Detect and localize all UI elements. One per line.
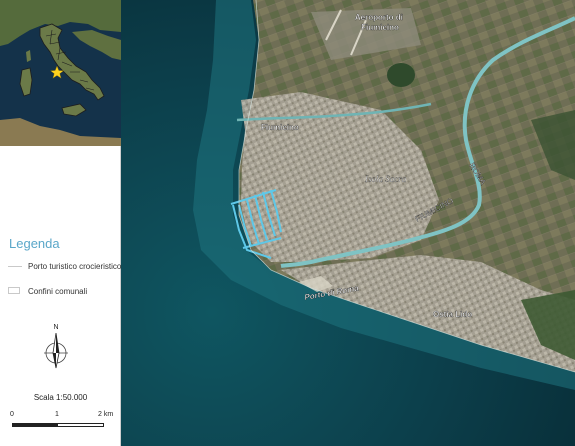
label-fiumicino: Fiumicino [261, 123, 299, 132]
scale-tick-0: 0 [10, 411, 14, 418]
scale-label: Scala 1:50.000 [33, 393, 88, 402]
green-patch [387, 63, 415, 87]
legend-panel: Legenda Porto turistico crocieristico Co… [0, 0, 121, 446]
legend-line-swatch [8, 266, 22, 267]
label-airport-line1: Aeroporto di [355, 13, 403, 22]
aerial-map: Aeroporto di Fiumicino Fiumicino Isola S… [121, 0, 575, 446]
legend-item-label: Confini comunali [28, 287, 88, 296]
scale-tick-1: 1 [55, 411, 59, 418]
label-isola-sacra: Isola Sacra [364, 174, 407, 184]
north-label: N [53, 324, 58, 331]
north-arrow-icon: N [44, 324, 68, 369]
legend-title: Legenda [9, 236, 60, 251]
legend-item-label: Porto turistico crocieristico [28, 262, 122, 271]
label-airport: Aeroporto di Fiumicino [355, 13, 405, 32]
inset-locator-map [0, 0, 121, 146]
label-airport-line2: Fiumicino [361, 23, 399, 32]
scale-bar [12, 423, 104, 427]
legend-box-swatch [8, 287, 20, 294]
label-ostia-lido: Ostia Lido [433, 310, 472, 319]
scale-tick-2: 2 km [98, 411, 114, 418]
